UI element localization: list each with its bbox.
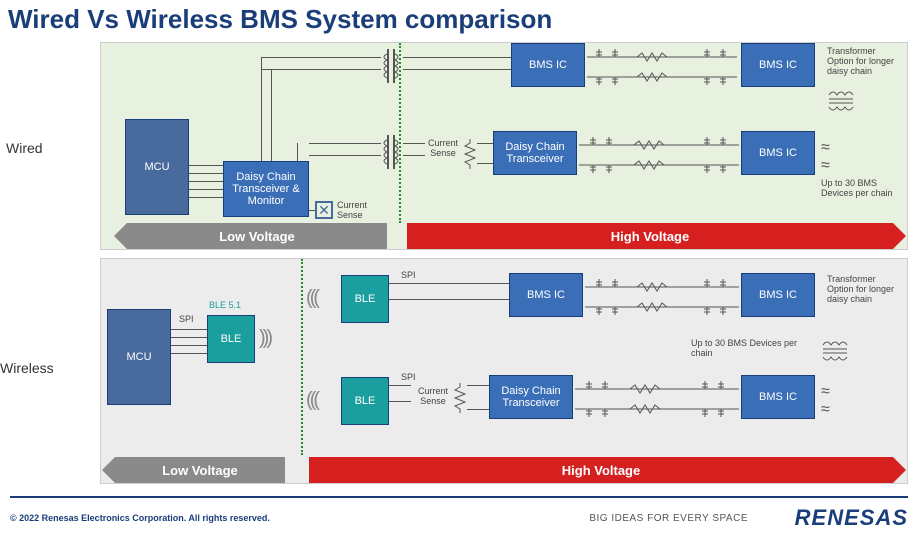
wire	[271, 69, 272, 161]
block-bms-ic: BMS IC	[741, 131, 815, 175]
block-bms-ic: BMS IC	[511, 43, 585, 87]
label-up-to-30: Up to 30 BMS Devices per chain	[821, 179, 905, 199]
wire	[189, 181, 223, 182]
resistor-icon	[463, 139, 477, 174]
wire	[389, 385, 411, 386]
wire	[189, 189, 223, 190]
wire	[467, 385, 489, 386]
rc-network-icon	[587, 49, 737, 90]
transformer-icon	[827, 89, 867, 118]
voltage-divider	[399, 43, 401, 223]
rc-network-icon	[575, 381, 739, 422]
label-wired: Wired	[6, 140, 43, 156]
arrow-high-voltage: High Voltage	[309, 457, 893, 483]
radio-waves-icon: )))	[309, 389, 320, 412]
arrow-high-voltage: High Voltage	[407, 223, 893, 249]
arrow-low-voltage: Low Voltage	[127, 223, 387, 249]
wire	[309, 210, 315, 211]
voltage-divider	[301, 259, 303, 455]
rc-network-icon	[579, 137, 739, 178]
page-title: Wired Vs Wireless BMS System comparison	[0, 0, 918, 39]
resistor-icon	[453, 383, 467, 418]
footer: © 2022 Renesas Electronics Corporation. …	[10, 496, 908, 538]
wire	[389, 283, 509, 284]
wire	[297, 143, 298, 161]
block-ble-hv-bottom: BLE	[341, 377, 389, 425]
label-spi: SPI	[401, 271, 416, 281]
wire	[403, 57, 511, 58]
copyright: © 2022 Renesas Electronics Corporation. …	[10, 513, 270, 523]
wire	[261, 69, 381, 70]
wire	[189, 173, 223, 174]
block-daisy-transceiver: Daisy Chain Transceiver	[489, 375, 573, 419]
label-transformer-option: Transformer Option for longer daisy chai…	[827, 47, 903, 77]
wire	[261, 57, 381, 58]
wire	[389, 401, 411, 402]
block-mcu-wireless: MCU	[107, 309, 171, 405]
wire	[189, 165, 223, 166]
wire	[171, 353, 207, 354]
block-bms-ic: BMS IC	[509, 273, 583, 317]
block-bms-ic: BMS IC	[741, 43, 815, 87]
wire	[309, 143, 381, 144]
label-current-sense-lv: Current Sense	[337, 201, 377, 221]
label-current-sense: Current Sense	[413, 387, 453, 407]
transformer-icon	[821, 339, 861, 368]
panel-wired: MCU Daisy Chain Transceiver & Monitor BM…	[100, 42, 908, 250]
logo: RENESAS	[795, 505, 908, 531]
continuation-icon: ≈≈	[821, 383, 830, 419]
rc-network-icon	[585, 279, 739, 320]
block-daisy-monitor: Daisy Chain Transceiver & Monitor	[223, 161, 309, 217]
panel-wireless: MCU SPI BLE 5.1 BLE ))) ))) BLE SPI BMS …	[100, 258, 908, 484]
radio-waves-icon: )))	[309, 287, 320, 310]
wire	[403, 69, 511, 70]
block-daisy-transceiver: Daisy Chain Transceiver	[493, 131, 577, 175]
block-mcu-wired: MCU	[125, 119, 189, 215]
label-transformer-option: Transformer Option for longer daisy chai…	[827, 275, 903, 305]
block-ble-lv: BLE	[207, 315, 255, 363]
tagline: BIG IDEAS FOR EVERY SPACE	[589, 513, 748, 524]
block-ble-hv-top: BLE	[341, 275, 389, 323]
block-bms-ic: BMS IC	[741, 375, 815, 419]
wire	[477, 163, 493, 164]
wire	[189, 197, 223, 198]
label-ble-version: BLE 5.1	[209, 301, 241, 311]
wire	[467, 409, 489, 410]
wire	[171, 329, 207, 330]
wire	[477, 143, 493, 144]
wire	[403, 155, 425, 156]
wire	[261, 57, 262, 161]
wire	[389, 299, 509, 300]
label-wireless: Wireless	[0, 360, 54, 376]
block-bms-ic: BMS IC	[741, 273, 815, 317]
label-current-sense: Current Sense	[423, 139, 463, 159]
continuation-icon: ≈≈	[821, 139, 830, 175]
block-x-icon: ✕	[315, 201, 333, 219]
label-spi: SPI	[179, 315, 194, 325]
wire	[171, 345, 207, 346]
arrow-low-voltage: Low Voltage	[115, 457, 285, 483]
wire	[309, 155, 381, 156]
label-spi: SPI	[401, 373, 416, 383]
label-up-to-30: Up to 30 BMS Devices per chain	[691, 339, 801, 359]
wire	[171, 337, 207, 338]
radio-waves-icon: )))	[259, 327, 270, 350]
wire	[403, 143, 425, 144]
